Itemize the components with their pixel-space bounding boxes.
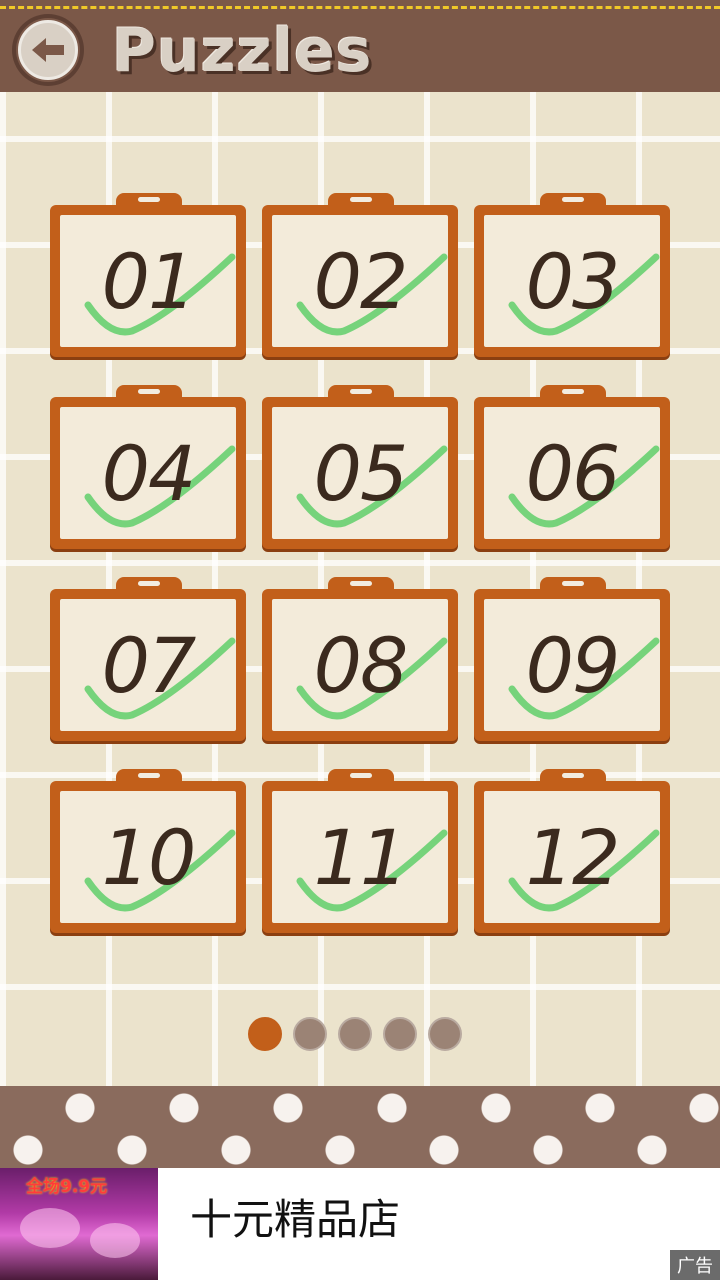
card-frame: 12 — [474, 781, 670, 933]
page-indicator — [248, 1017, 462, 1053]
card-paper: 08 — [272, 599, 448, 731]
level-number: 01 — [101, 236, 197, 326]
level-number: 04 — [101, 428, 197, 518]
level-number: 12 — [525, 812, 621, 902]
card-frame: 11 — [262, 781, 458, 933]
level-card[interactable]: 03 — [474, 193, 670, 361]
ad-title[interactable]: 十元精品店 — [190, 1190, 400, 1250]
back-button[interactable] — [12, 14, 84, 86]
level-number: 08 — [313, 620, 409, 710]
card-paper: 01 — [60, 215, 236, 347]
back-arrow-icon — [32, 38, 64, 62]
card-frame: 04 — [50, 397, 246, 549]
page-dot[interactable] — [383, 1017, 417, 1051]
card-frame: 07 — [50, 589, 246, 741]
level-number: 11 — [313, 812, 409, 902]
page-dot[interactable] — [248, 1017, 282, 1051]
ad-tag: 广告 — [670, 1250, 720, 1280]
level-number: 02 — [313, 236, 409, 326]
card-paper: 12 — [484, 791, 660, 923]
level-card[interactable]: 02 — [262, 193, 458, 361]
level-card[interactable]: 06 — [474, 385, 670, 553]
level-number: 09 — [525, 620, 621, 710]
ad-image-blob — [20, 1208, 80, 1248]
header-stitch — [0, 6, 720, 9]
ad-image[interactable]: 全场9.9元 — [0, 1168, 158, 1280]
card-paper: 02 — [272, 215, 448, 347]
level-card[interactable]: 11 — [262, 769, 458, 937]
card-paper: 05 — [272, 407, 448, 539]
card-frame: 09 — [474, 589, 670, 741]
card-frame: 01 — [50, 205, 246, 357]
level-card[interactable]: 09 — [474, 577, 670, 745]
card-frame: 10 — [50, 781, 246, 933]
level-card[interactable]: 08 — [262, 577, 458, 745]
card-paper: 07 — [60, 599, 236, 731]
card-paper: 11 — [272, 791, 448, 923]
card-frame: 05 — [262, 397, 458, 549]
polka-dot-footer — [0, 1086, 720, 1170]
level-card[interactable]: 10 — [50, 769, 246, 937]
card-frame: 03 — [474, 205, 670, 357]
ad-image-banner: 全场9.9元 — [26, 1177, 108, 1197]
card-frame: 02 — [262, 205, 458, 357]
card-paper: 04 — [60, 407, 236, 539]
level-number: 06 — [525, 428, 621, 518]
ad-image-blob — [90, 1223, 140, 1258]
level-number: 05 — [313, 428, 409, 518]
level-card[interactable]: 05 — [262, 385, 458, 553]
ad-banner[interactable]: 全场9.9元 十元精品店 广告 — [0, 1168, 720, 1280]
page-dot[interactable] — [338, 1017, 372, 1051]
level-card[interactable]: 01 — [50, 193, 246, 361]
card-paper: 10 — [60, 791, 236, 923]
level-card[interactable]: 07 — [50, 577, 246, 745]
header-bar: Puzzles — [0, 0, 720, 92]
page-dot[interactable] — [428, 1017, 462, 1051]
level-card[interactable]: 12 — [474, 769, 670, 937]
level-number: 10 — [101, 812, 197, 902]
card-paper: 09 — [484, 599, 660, 731]
level-number: 07 — [101, 620, 197, 710]
page-title: Puzzles — [112, 16, 373, 86]
level-card[interactable]: 04 — [50, 385, 246, 553]
page-dot[interactable] — [293, 1017, 327, 1051]
card-frame: 08 — [262, 589, 458, 741]
level-number: 03 — [525, 236, 621, 326]
card-paper: 03 — [484, 215, 660, 347]
card-paper: 06 — [484, 407, 660, 539]
card-frame: 06 — [474, 397, 670, 549]
